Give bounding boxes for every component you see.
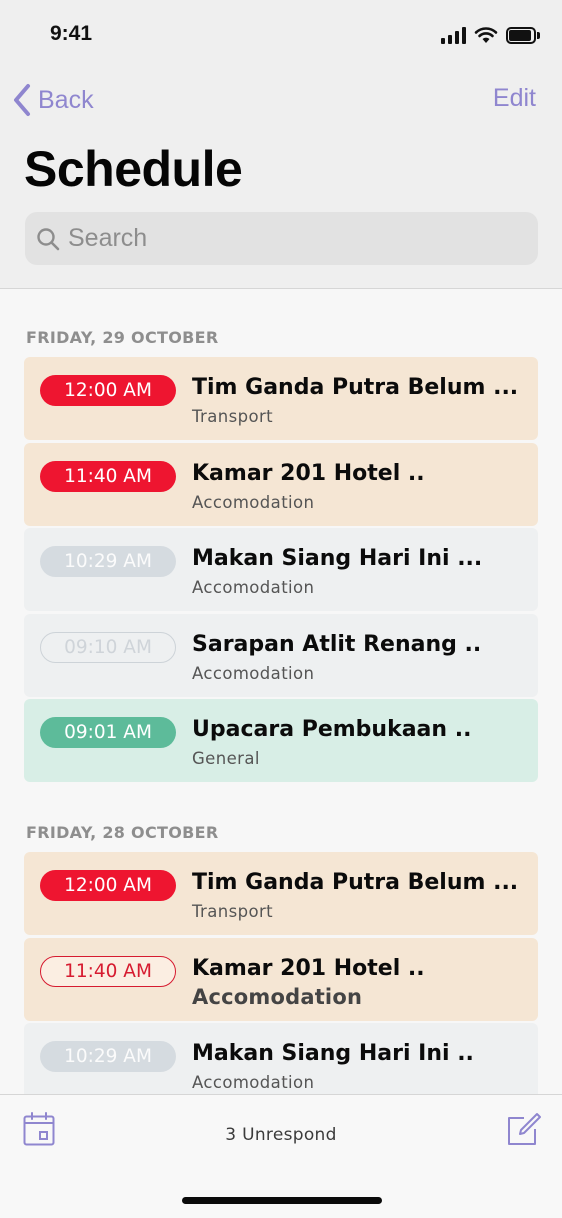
back-label: Back (38, 85, 94, 114)
chevron-left-icon (14, 84, 30, 116)
item-category: Accomodation (192, 578, 315, 597)
time-badge: 09:10 AM (40, 632, 176, 663)
schedule-item[interactable]: 10:29 AM Makan Siang Hari Ini ... Accomo… (24, 528, 538, 611)
unrespond-count: 3 Unrespond (225, 1125, 337, 1145)
time-badge: 11:40 AM (40, 956, 176, 987)
schedule-list[interactable]: FRIDAY, 29 OCTOBER 12:00 AM Tim Ganda Pu… (0, 290, 562, 1094)
schedule-item[interactable]: 11:40 AM Kamar 201 Hotel .. Accomodation (24, 443, 538, 526)
section-header: FRIDAY, 28 OCTOBER (26, 823, 219, 842)
item-title: Makan Siang Hari Ini ... (192, 546, 483, 571)
schedule-item[interactable]: 12:00 AM Tim Ganda Putra Belum ... Trans… (24, 357, 538, 440)
wifi-icon (474, 27, 498, 43)
item-category: Accomodation (192, 985, 363, 1009)
item-title: Tim Ganda Putra Belum ... (192, 870, 519, 895)
back-button[interactable]: Back (12, 80, 94, 120)
time-badge: 09:01 AM (40, 717, 176, 748)
item-category: Transport (192, 902, 274, 921)
status-bar: 9:41 (0, 0, 562, 70)
compose-icon[interactable] (506, 1112, 542, 1146)
item-category: General (192, 749, 260, 768)
item-title: Makan Siang Hari Ini .. (192, 1041, 474, 1066)
schedule-item[interactable]: 09:10 AM Sarapan Atlit Renang .. Accomod… (24, 614, 538, 697)
item-title: Kamar 201 Hotel .. (192, 461, 425, 486)
item-title: Sarapan Atlit Renang .. (192, 632, 482, 657)
home-indicator[interactable] (182, 1197, 382, 1204)
schedule-item[interactable]: 11:40 AM Kamar 201 Hotel .. Accomodation (24, 938, 538, 1021)
item-category: Accomodation (192, 1073, 315, 1092)
time-badge: 12:00 AM (40, 870, 176, 901)
section-header: FRIDAY, 29 OCTOBER (26, 328, 219, 347)
signal-icon (441, 26, 466, 44)
status-icons (441, 24, 540, 46)
item-title: Kamar 201 Hotel .. (192, 956, 425, 981)
edit-button[interactable]: Edit (493, 84, 536, 113)
item-category: Accomodation (192, 664, 315, 683)
search-icon (37, 227, 60, 250)
header: 9:41 Back Edit Schedule (0, 0, 562, 289)
schedule-item[interactable]: 12:00 AM Tim Ganda Putra Belum ... Trans… (24, 852, 538, 935)
search-input[interactable] (68, 224, 498, 253)
battery-icon (506, 26, 540, 44)
time-badge: 12:00 AM (40, 375, 176, 406)
item-title: Tim Ganda Putra Belum ... (192, 375, 519, 400)
item-category: Transport (192, 407, 274, 426)
time-badge: 10:29 AM (40, 1041, 176, 1072)
schedule-item[interactable]: 10:29 AM Makan Siang Hari Ini .. Accomod… (24, 1023, 538, 1094)
search-bar[interactable] (25, 212, 538, 265)
page-title: Schedule (24, 141, 243, 197)
item-title: Upacara Pembukaan .. (192, 717, 472, 742)
time-badge: 11:40 AM (40, 461, 176, 492)
status-time: 9:41 (50, 22, 93, 45)
time-badge: 10:29 AM (40, 546, 176, 577)
schedule-item[interactable]: 09:01 AM Upacara Pembukaan .. General (24, 699, 538, 782)
item-category: Accomodation (192, 493, 315, 512)
